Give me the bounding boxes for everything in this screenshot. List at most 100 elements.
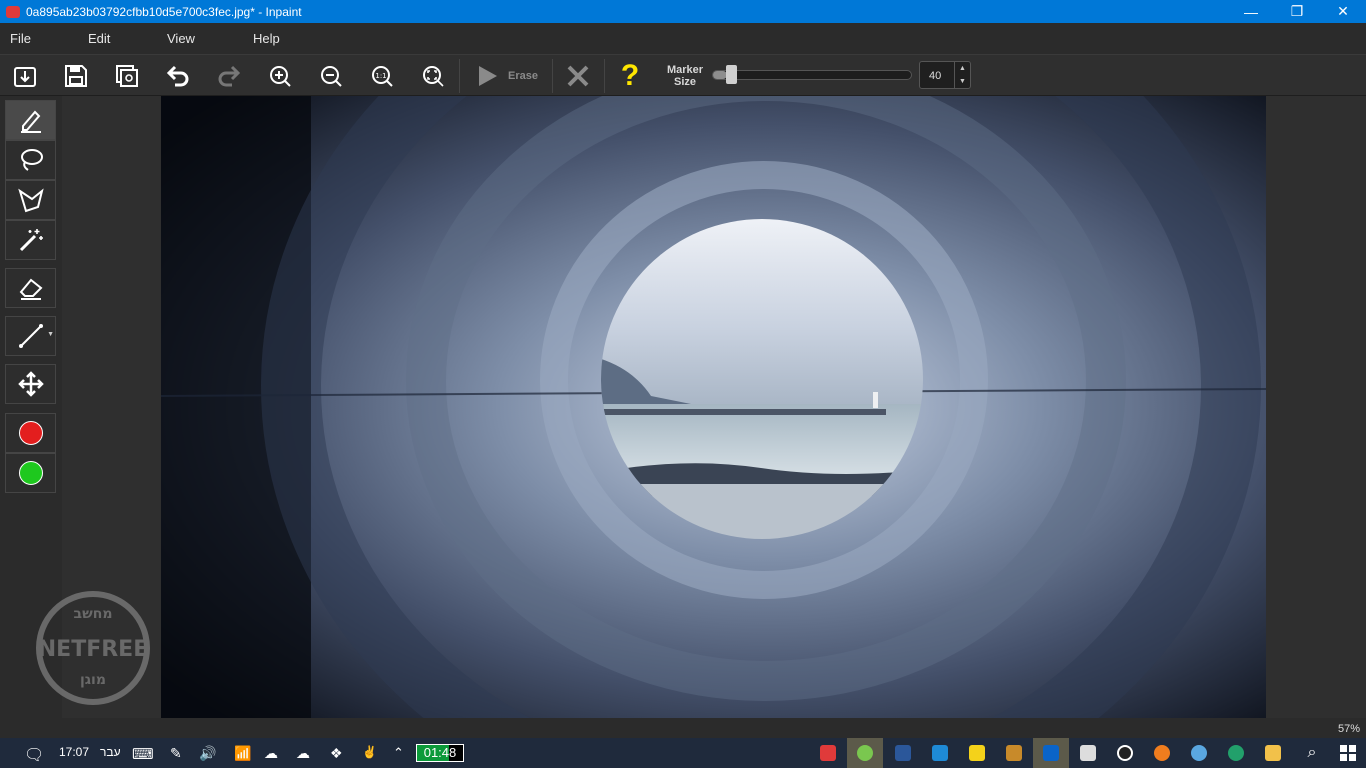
marker-size-slider[interactable] bbox=[712, 70, 912, 80]
taskbar-app-inpaint[interactable] bbox=[810, 738, 846, 768]
taskbar-app-edge[interactable] bbox=[1218, 738, 1254, 768]
taskbar-app-explorer[interactable] bbox=[1255, 738, 1291, 768]
redo-button[interactable] bbox=[214, 61, 244, 91]
search-app-icon bbox=[1154, 745, 1170, 761]
undo-button[interactable] bbox=[163, 61, 193, 91]
taskbar-app-word[interactable] bbox=[885, 738, 921, 768]
restore-button[interactable]: ❐ bbox=[1274, 0, 1320, 23]
volume-icon[interactable]: 🔊 bbox=[199, 745, 216, 762]
pen-icon[interactable]: ✎ bbox=[170, 745, 182, 762]
taskbar-app-outlook[interactable] bbox=[1033, 738, 1069, 768]
marker-icon bbox=[20, 110, 41, 133]
marker-size-label: Marker Size bbox=[666, 64, 704, 88]
menu-bar: File Edit View Help bbox=[0, 23, 1366, 54]
save-button[interactable] bbox=[61, 61, 91, 91]
keyboard-icon[interactable]: ⌨ bbox=[132, 745, 154, 763]
tray-app-icon[interactable]: ✌ bbox=[362, 745, 377, 759]
sync-icon[interactable]: ☁ bbox=[296, 745, 310, 762]
marker-tool[interactable] bbox=[5, 100, 56, 140]
archive-app-icon bbox=[1006, 745, 1022, 761]
green-marker-color[interactable] bbox=[5, 453, 56, 493]
taskbar-app-archive[interactable] bbox=[996, 738, 1032, 768]
taskbar-app-tool[interactable] bbox=[1070, 738, 1106, 768]
marker-size-value[interactable]: 40 bbox=[929, 70, 941, 82]
marker-size-spinbox[interactable]: 40 ▲ ▼ bbox=[919, 61, 971, 89]
polygon-lasso-icon bbox=[17, 188, 44, 213]
taskbar-app-globe[interactable] bbox=[1181, 738, 1217, 768]
redo-icon bbox=[218, 65, 241, 87]
timer-widget[interactable]: 01:48 bbox=[416, 744, 464, 762]
notifications-icon[interactable]: 🗨 bbox=[24, 745, 44, 765]
save-as-button[interactable] bbox=[112, 61, 142, 91]
dropbox-icon[interactable]: ❖ bbox=[330, 745, 343, 762]
folder-icon bbox=[1265, 745, 1281, 761]
network-icon[interactable]: 📶 bbox=[234, 745, 251, 762]
menu-edit[interactable]: Edit bbox=[88, 31, 110, 46]
timer-value: 01:48 bbox=[423, 745, 457, 760]
line-icon bbox=[18, 324, 43, 348]
line-tool-dropdown-icon[interactable]: ▼ bbox=[47, 331, 54, 338]
menu-help[interactable]: Help bbox=[253, 31, 280, 46]
word-app-icon bbox=[895, 745, 911, 761]
netfree-watermark: מחשב NETFREE מוגן bbox=[28, 588, 158, 708]
start-button[interactable] bbox=[1330, 738, 1366, 768]
windows-icon bbox=[1340, 745, 1356, 761]
close-button[interactable]: ✕ bbox=[1320, 0, 1366, 23]
tool-app-icon bbox=[1080, 745, 1096, 761]
app-icon bbox=[6, 5, 20, 18]
polygon-lasso-tool[interactable] bbox=[5, 180, 56, 220]
chevron-up-icon[interactable]: ⌃ bbox=[393, 745, 404, 761]
menu-view[interactable]: View bbox=[167, 31, 195, 46]
toolbar-separator bbox=[604, 59, 605, 93]
x-icon bbox=[567, 65, 589, 87]
eraser-tool[interactable] bbox=[5, 268, 56, 308]
taskbar-time[interactable]: 17:07 bbox=[59, 745, 89, 759]
inpaint-app-icon bbox=[820, 745, 836, 761]
help-icon: ? bbox=[620, 59, 640, 92]
taskbar-app-notes[interactable] bbox=[959, 738, 995, 768]
minimize-button[interactable]: — bbox=[1228, 0, 1274, 23]
red-color-swatch bbox=[18, 421, 43, 445]
svg-text:1:1: 1:1 bbox=[375, 72, 386, 80]
toolbar-separator bbox=[552, 59, 553, 93]
toolbar-separator bbox=[459, 59, 460, 93]
taskbar-app-clover[interactable] bbox=[847, 738, 883, 768]
slider-thumb[interactable] bbox=[726, 65, 737, 84]
svg-text:NETFREE: NETFREE bbox=[38, 637, 148, 662]
red-marker-color[interactable] bbox=[5, 413, 56, 453]
spin-arrows[interactable]: ▲ ▼ bbox=[954, 62, 970, 88]
editor-app-icon bbox=[932, 745, 948, 761]
menu-file[interactable]: File bbox=[10, 31, 31, 46]
language-indicator[interactable]: עבר bbox=[100, 745, 121, 759]
open-icon bbox=[14, 67, 36, 87]
fit-button[interactable] bbox=[418, 61, 448, 91]
erase-button[interactable] bbox=[472, 61, 502, 91]
open-button[interactable] bbox=[10, 61, 40, 91]
magic-wand-tool[interactable] bbox=[5, 220, 56, 260]
slider-fill bbox=[713, 71, 727, 79]
taskbar-search-button[interactable]: ⌕ bbox=[1294, 738, 1330, 768]
lasso-icon bbox=[20, 149, 43, 171]
sticky-notes-icon bbox=[969, 745, 985, 761]
play-icon bbox=[479, 66, 497, 86]
line-tool[interactable]: ▼ bbox=[5, 316, 56, 356]
actual-size-button[interactable]: 1:1 bbox=[367, 61, 397, 91]
help-button[interactable]: ? bbox=[615, 59, 645, 92]
zoom-out-button[interactable] bbox=[316, 61, 346, 91]
tunnel-photo bbox=[161, 96, 1266, 718]
image-canvas[interactable] bbox=[161, 96, 1266, 718]
zoom-in-button[interactable] bbox=[265, 61, 295, 91]
taskbar-app-editor[interactable] bbox=[922, 738, 958, 768]
globe-icon bbox=[1191, 745, 1207, 761]
search-icon: ⌕ bbox=[1307, 744, 1317, 761]
taskbar-app-media[interactable] bbox=[1107, 738, 1143, 768]
cancel-button[interactable] bbox=[563, 61, 593, 91]
lasso-tool[interactable] bbox=[5, 140, 56, 180]
status-bar bbox=[0, 718, 1366, 738]
erase-label[interactable]: Erase bbox=[508, 70, 538, 82]
taskbar-app-search[interactable] bbox=[1144, 738, 1180, 768]
move-tool[interactable] bbox=[5, 364, 56, 404]
zoom-in-icon bbox=[270, 66, 291, 87]
onedrive-icon[interactable]: ☁ bbox=[264, 745, 278, 762]
magic-wand-icon bbox=[19, 229, 43, 252]
